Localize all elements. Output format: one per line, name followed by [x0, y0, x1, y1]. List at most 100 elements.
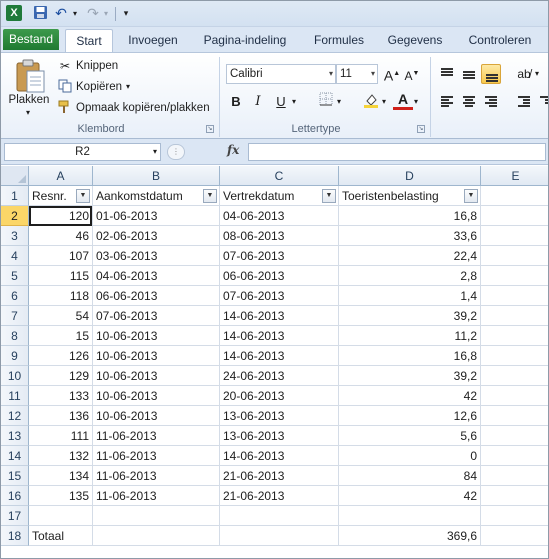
- table-cell[interactable]: 14-06-2013: [220, 306, 339, 326]
- table-cell[interactable]: [481, 226, 548, 246]
- chevron-down-icon[interactable]: ▾: [411, 92, 421, 112]
- table-cell[interactable]: [481, 246, 548, 266]
- table-cell[interactable]: Totaal: [29, 526, 93, 546]
- table-cell[interactable]: [481, 326, 548, 346]
- formula-input[interactable]: [248, 143, 546, 161]
- table-cell[interactable]: 136: [29, 406, 93, 426]
- chevron-down-icon[interactable]: ▾: [24, 108, 32, 117]
- table-cell[interactable]: [481, 286, 548, 306]
- align-left-button[interactable]: [437, 92, 457, 112]
- table-cell[interactable]: 07-06-2013: [93, 306, 220, 326]
- align-right-button[interactable]: [481, 92, 501, 112]
- row-header[interactable]: 1: [1, 186, 29, 206]
- chevron-down-icon[interactable]: ▾: [126, 78, 130, 96]
- table-cell[interactable]: 10-06-2013: [93, 326, 220, 346]
- chevron-down-icon[interactable]: ▾: [153, 144, 157, 160]
- table-cell[interactable]: [93, 526, 220, 546]
- table-cell[interactable]: 126: [29, 346, 93, 366]
- align-middle-button[interactable]: [459, 64, 479, 84]
- row-header[interactable]: 6: [1, 286, 29, 306]
- tab-file[interactable]: Bestand: [3, 29, 59, 50]
- table-cell[interactable]: 10-06-2013: [93, 366, 220, 386]
- column-header-b[interactable]: B: [93, 166, 220, 186]
- table-cell[interactable]: 129: [29, 366, 93, 386]
- table-cell[interactable]: 21-06-2013: [220, 466, 339, 486]
- grow-font-button[interactable]: A▲: [382, 64, 402, 84]
- font-size-select[interactable]: 11 ▾: [336, 64, 378, 84]
- tab-controleren[interactable]: Controleren: [461, 29, 539, 52]
- filter-dropdown-icon[interactable]: ▼: [203, 189, 217, 203]
- paste-button[interactable]: Plakken: [7, 94, 51, 106]
- table-cell[interactable]: 08-06-2013: [220, 226, 339, 246]
- table-cell[interactable]: 04-06-2013: [93, 266, 220, 286]
- tab-formules[interactable]: Formules: [307, 29, 371, 52]
- table-cell[interactable]: 120: [29, 206, 93, 226]
- table-cell[interactable]: [29, 506, 93, 526]
- table-cell[interactable]: [220, 526, 339, 546]
- paste-icon[interactable]: [14, 58, 46, 94]
- undo-icon[interactable]: ↶: [54, 5, 68, 22]
- table-cell[interactable]: 84: [339, 466, 481, 486]
- table-cell[interactable]: 135: [29, 486, 93, 506]
- table-cell[interactable]: [93, 506, 220, 526]
- table-cell[interactable]: 11-06-2013: [93, 426, 220, 446]
- customize-toolbar-icon[interactable]: ▾: [121, 5, 131, 22]
- table-cell[interactable]: [481, 346, 548, 366]
- format-painter-button[interactable]: Opmaak kopiëren/plakken: [57, 99, 210, 117]
- spreadsheet-grid[interactable]: A B C D E 1 Resnr. ▼ Aankomstdatum ▼ Vertrekdatum ▼…: [1, 166, 548, 558]
- italic-button[interactable]: I: [248, 92, 268, 112]
- column-header-d[interactable]: D: [339, 166, 481, 186]
- table-cell[interactable]: 11,2: [339, 326, 481, 346]
- table-cell[interactable]: [220, 506, 339, 526]
- row-header[interactable]: 7: [1, 306, 29, 326]
- table-cell[interactable]: 14-06-2013: [220, 346, 339, 366]
- column-header-e[interactable]: E: [481, 166, 548, 186]
- table-cell[interactable]: 133: [29, 386, 93, 406]
- header-cell[interactable]: Toeristenbelasting ▼: [339, 186, 481, 206]
- column-header-a[interactable]: A: [29, 166, 93, 186]
- chevron-down-icon[interactable]: ▾: [102, 5, 110, 22]
- table-cell[interactable]: [481, 426, 548, 446]
- table-cell[interactable]: 14-06-2013: [220, 326, 339, 346]
- table-cell[interactable]: 5,6: [339, 426, 481, 446]
- table-cell[interactable]: [481, 186, 548, 206]
- table-cell[interactable]: [481, 526, 548, 546]
- chevron-down-icon[interactable]: ▾: [289, 92, 299, 112]
- tab-invoegen[interactable]: Invoegen: [121, 29, 185, 52]
- table-cell[interactable]: [481, 386, 548, 406]
- table-cell[interactable]: 10-06-2013: [93, 406, 220, 426]
- table-cell[interactable]: 1,4: [339, 286, 481, 306]
- row-header[interactable]: 15: [1, 466, 29, 486]
- excel-logo-icon[interactable]: X: [6, 5, 22, 21]
- table-cell[interactable]: 54: [29, 306, 93, 326]
- table-cell[interactable]: 15: [29, 326, 93, 346]
- chevron-down-icon[interactable]: ▾: [71, 5, 79, 22]
- bold-button[interactable]: B: [226, 92, 246, 112]
- borders-icon[interactable]: [316, 92, 336, 112]
- table-cell[interactable]: 21-06-2013: [220, 486, 339, 506]
- decrease-indent-button[interactable]: [514, 92, 534, 112]
- table-cell[interactable]: [481, 306, 548, 326]
- shrink-font-button[interactable]: A▼: [402, 64, 422, 84]
- table-cell[interactable]: 20-06-2013: [220, 386, 339, 406]
- table-cell[interactable]: 42: [339, 386, 481, 406]
- header-cell[interactable]: Vertrekdatum ▼: [220, 186, 339, 206]
- table-cell[interactable]: 07-06-2013: [220, 286, 339, 306]
- table-cell[interactable]: 10-06-2013: [93, 386, 220, 406]
- filter-dropdown-icon[interactable]: ▼: [322, 189, 336, 203]
- table-cell[interactable]: 134: [29, 466, 93, 486]
- table-cell[interactable]: 11-06-2013: [93, 486, 220, 506]
- table-cell[interactable]: 33,6: [339, 226, 481, 246]
- table-cell[interactable]: 42: [339, 486, 481, 506]
- row-header[interactable]: 3: [1, 226, 29, 246]
- align-center-button[interactable]: [459, 92, 479, 112]
- row-header[interactable]: 2: [1, 206, 29, 226]
- table-cell[interactable]: [481, 486, 548, 506]
- table-cell[interactable]: 16,8: [339, 206, 481, 226]
- table-cell[interactable]: 118: [29, 286, 93, 306]
- table-cell[interactable]: [481, 506, 548, 526]
- table-cell[interactable]: 10-06-2013: [93, 346, 220, 366]
- table-cell[interactable]: 46: [29, 226, 93, 246]
- chevron-down-icon[interactable]: ▾: [532, 64, 542, 84]
- row-header[interactable]: 5: [1, 266, 29, 286]
